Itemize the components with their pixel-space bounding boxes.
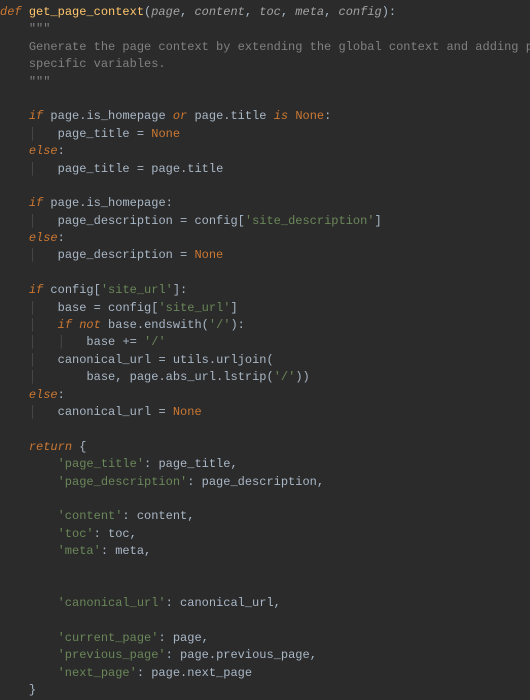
key-meta: 'meta' (58, 544, 101, 558)
literal-none: None (295, 109, 324, 123)
keyword-not: not (79, 318, 101, 332)
param-toc: toc (259, 5, 281, 19)
docstring-line1: Generate the page context by extending t… (29, 40, 530, 54)
docstring-open: """ (29, 22, 51, 36)
key-content: 'content' (58, 509, 123, 523)
string-site-description: 'site_description' (245, 214, 375, 228)
key-toc: 'toc' (58, 527, 94, 541)
key-previous-page: 'previous_page' (58, 648, 166, 662)
keyword-else: else (29, 144, 58, 158)
keyword-def: def (0, 5, 22, 19)
key-canonical-url: 'canonical_url' (58, 596, 166, 610)
string-slash: '/' (209, 318, 231, 332)
function-name: get_page_context (29, 5, 144, 19)
param-meta: meta (295, 5, 324, 19)
keyword-if: if (29, 109, 43, 123)
param-page: page (151, 5, 180, 19)
key-current-page: 'current_page' (58, 631, 159, 645)
keyword-is: is (274, 109, 288, 123)
param-content: content (194, 5, 244, 19)
docstring-close: """ (29, 75, 51, 89)
key-page-description: 'page_description' (58, 475, 188, 489)
param-config: config (339, 5, 382, 19)
string-site-url: 'site_url' (101, 283, 173, 297)
key-next-page: 'next_page' (58, 666, 137, 680)
docstring-line2: specific variables. (29, 57, 166, 71)
code-editor[interactable]: def get_page_context(page, content, toc,… (0, 0, 530, 700)
key-page-title: 'page_title' (58, 457, 144, 471)
keyword-or: or (173, 109, 187, 123)
keyword-return: return (29, 440, 72, 454)
